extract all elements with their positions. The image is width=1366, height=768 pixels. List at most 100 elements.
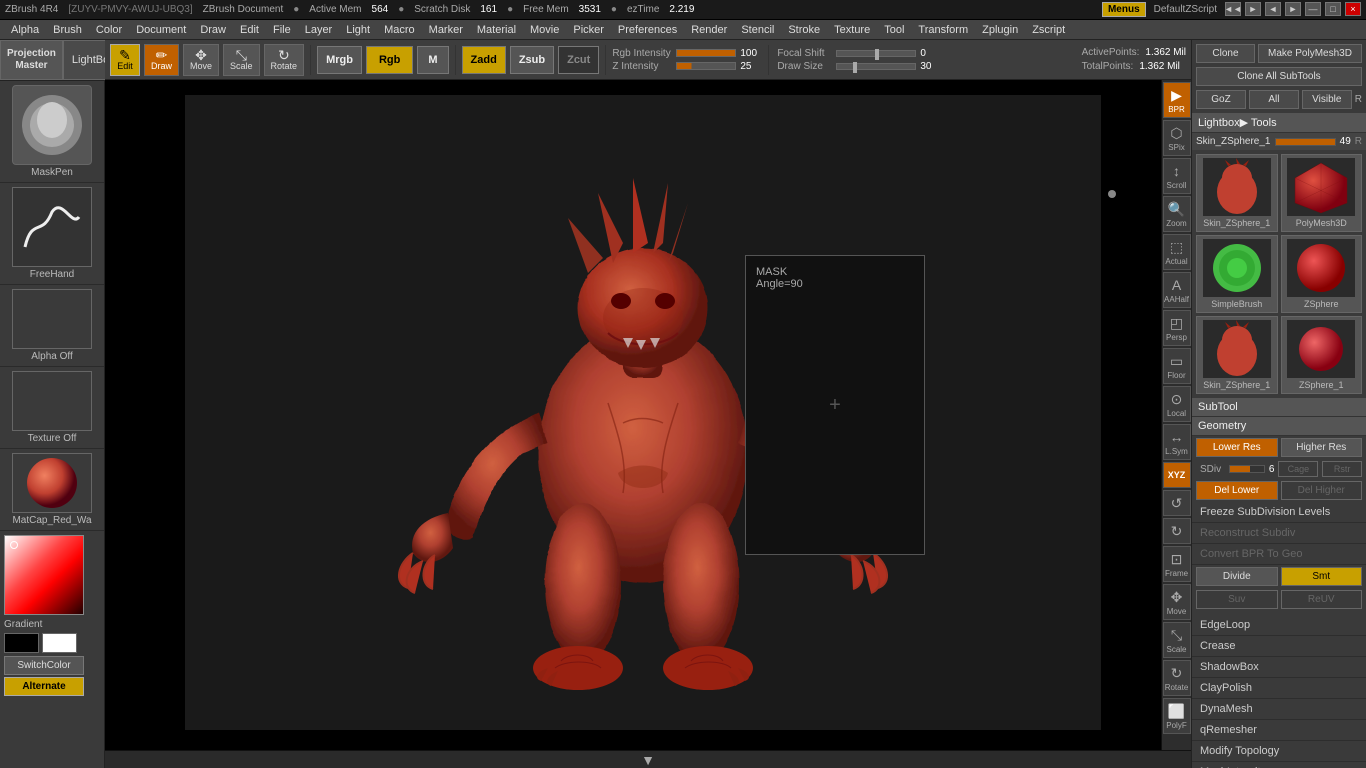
scale2-button[interactable]: ⤡ Scale [1163, 622, 1191, 658]
menus-button[interactable]: Menus [1102, 2, 1146, 17]
zcut-button[interactable]: Zcut [558, 46, 599, 74]
z-intensity-slider[interactable] [676, 62, 736, 70]
win-btn-1[interactable]: ◄◄ [1225, 2, 1241, 16]
menu-edit[interactable]: Edit [234, 22, 265, 38]
rotate3-button[interactable]: ↻ Rotate [1163, 660, 1191, 696]
rot2-button[interactable]: ↻ [1163, 518, 1191, 544]
rotate-button[interactable]: ↻ Rotate [264, 44, 305, 76]
local-button[interactable]: ⊙ Local [1163, 386, 1191, 422]
mrgb-button[interactable]: Mrgb [317, 46, 362, 74]
menu-picker[interactable]: Picker [567, 22, 610, 38]
alternate-button[interactable]: Alternate [4, 677, 84, 696]
freeze-subdiv-item[interactable]: Freeze SubDivision Levels [1192, 502, 1366, 523]
modify-topology-item[interactable]: Modify Topology [1192, 741, 1366, 762]
rgb-intensity-slider[interactable] [676, 49, 736, 57]
move-button[interactable]: ✥ Move [183, 44, 219, 76]
qremesher-item[interactable]: qRemesher [1192, 720, 1366, 741]
freehand-thumb[interactable] [12, 187, 92, 267]
subtool-header[interactable]: SubTool [1192, 398, 1366, 417]
del-lower-button[interactable]: Del Lower [1196, 481, 1278, 500]
texture-thumb[interactable] [12, 371, 92, 431]
win-minimize[interactable]: — [1305, 2, 1321, 16]
polyf-button[interactable]: ⬜ PolyF [1163, 698, 1191, 734]
menu-file[interactable]: File [267, 22, 297, 38]
lsym-button[interactable]: ↔ L.Sym [1163, 424, 1191, 460]
canvas-area[interactable]: MASK Angle=90 + [105, 80, 1161, 750]
thumb-simplebrush[interactable]: SimpleBrush [1196, 235, 1278, 313]
higher-res-button[interactable]: Higher Res [1281, 438, 1363, 457]
menu-stroke[interactable]: Stroke [782, 22, 826, 38]
goz-button[interactable]: GoZ [1196, 90, 1246, 109]
dynamesh-item[interactable]: DynaMesh [1192, 699, 1366, 720]
spix-button[interactable]: ⬡ SPix [1163, 120, 1191, 156]
edgeloop-item[interactable]: EdgeLoop [1192, 615, 1366, 636]
reconstruct-subdiv-item[interactable]: Reconstruct Subdiv [1192, 523, 1366, 544]
shadowbox-item[interactable]: ShadowBox [1192, 657, 1366, 678]
sdiv-slider[interactable] [1229, 465, 1265, 473]
menu-tool[interactable]: Tool [878, 22, 910, 38]
floor-button[interactable]: ▭ Floor [1163, 348, 1191, 384]
crease-item[interactable]: Crease [1192, 636, 1366, 657]
scroll-button[interactable]: ↕ Scroll [1163, 158, 1191, 194]
persp-button[interactable]: ◰ Persp [1163, 310, 1191, 346]
menu-texture[interactable]: Texture [828, 22, 876, 38]
bottom-arrow[interactable]: ▼ [641, 752, 655, 768]
menu-macro[interactable]: Macro [378, 22, 421, 38]
m-button[interactable]: M [417, 46, 448, 74]
menu-color[interactable]: Color [90, 22, 128, 38]
menu-transform[interactable]: Transform [912, 22, 974, 38]
convert-bpr-item[interactable]: Convert BPR To Geo [1192, 544, 1366, 565]
clone-all-button[interactable]: Clone All SubTools [1196, 67, 1362, 86]
claypolish-item[interactable]: ClayPolish [1192, 678, 1366, 699]
menu-material[interactable]: Material [471, 22, 522, 38]
thumb-skin-zsphere1-b[interactable]: Skin_ZSphere_1 [1196, 316, 1278, 394]
move2-button[interactable]: ✥ Move [1163, 584, 1191, 620]
alpha-thumb[interactable] [12, 289, 92, 349]
rstr-button[interactable]: Rstr [1322, 461, 1362, 477]
win-btn-2[interactable]: ► [1245, 2, 1261, 16]
menu-stencil[interactable]: Stencil [735, 22, 780, 38]
lower-res-button[interactable]: Lower Res [1196, 438, 1278, 457]
menu-light[interactable]: Light [340, 22, 376, 38]
geometry-header[interactable]: Geometry [1192, 417, 1366, 436]
reuv-button[interactable]: ReUV [1281, 590, 1363, 609]
rgb-button[interactable]: Rgb [366, 46, 413, 74]
zadd-button[interactable]: Zadd [462, 46, 506, 74]
menu-preferences[interactable]: Preferences [612, 22, 683, 38]
thumb-zsphere1[interactable]: ZSphere_1 [1281, 316, 1363, 394]
gradient-white-swatch[interactable] [42, 633, 77, 653]
clone-button[interactable]: Clone [1196, 44, 1255, 63]
visible-button[interactable]: Visible [1302, 90, 1352, 109]
divide-button[interactable]: Divide [1196, 567, 1278, 586]
menu-marker[interactable]: Marker [423, 22, 469, 38]
menu-zscript[interactable]: Zscript [1026, 22, 1071, 38]
zoom-button[interactable]: 🔍 Zoom [1163, 196, 1191, 232]
menu-movie[interactable]: Movie [524, 22, 565, 38]
menu-brush[interactable]: Brush [47, 22, 88, 38]
color-swatch[interactable] [4, 535, 84, 615]
zsub-button[interactable]: Zsub [510, 46, 554, 74]
smt-button[interactable]: Smt [1281, 567, 1363, 586]
mesh-integrity-item[interactable]: MeshIntegrity [1192, 762, 1366, 768]
frame-button[interactable]: ⊡ Frame [1163, 546, 1191, 582]
switch-color-button[interactable]: SwitchColor [4, 656, 84, 675]
menu-zplugin[interactable]: Zplugin [976, 22, 1024, 38]
rot1-button[interactable]: ↺ [1163, 490, 1191, 516]
menu-alpha[interactable]: Alpha [5, 22, 45, 38]
win-close[interactable]: × [1345, 2, 1361, 16]
cage-button[interactable]: Cage [1278, 461, 1318, 477]
win-btn-4[interactable]: ► [1285, 2, 1301, 16]
actual-button[interactable]: ⬚ Actual [1163, 234, 1191, 270]
menu-render[interactable]: Render [685, 22, 733, 38]
aahalf-button[interactable]: A AAHalf [1163, 272, 1191, 308]
thumb-zsphere[interactable]: ZSphere [1281, 235, 1363, 313]
menu-document[interactable]: Document [130, 22, 192, 38]
draw-size-slider[interactable] [836, 63, 916, 70]
win-btn-3[interactable]: ◄ [1265, 2, 1281, 16]
menu-draw[interactable]: Draw [194, 22, 232, 38]
make-polymesh-button[interactable]: Make PolyMesh3D [1258, 44, 1362, 63]
bpr-button[interactable]: ▶ BPR [1163, 82, 1191, 118]
lightbox-tools-header[interactable]: Lightbox▶ Tools [1192, 113, 1366, 133]
maskpen-thumb[interactable] [12, 85, 92, 165]
matcap-thumb[interactable] [12, 453, 92, 513]
